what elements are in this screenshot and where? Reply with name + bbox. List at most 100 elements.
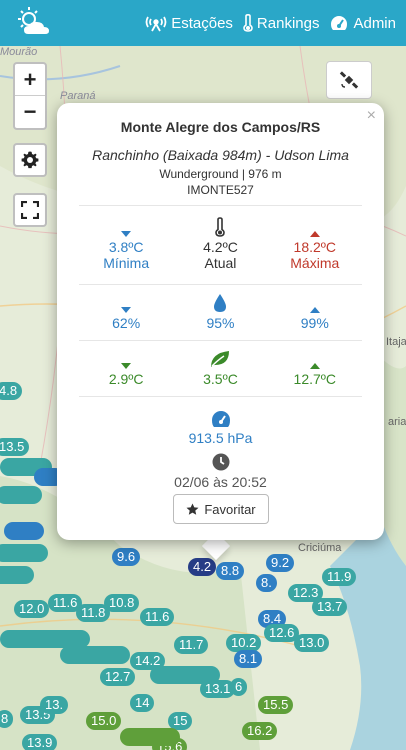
station-marker[interactable]: 15.0 xyxy=(86,712,122,730)
station-marker[interactable] xyxy=(0,566,34,584)
fullscreen-icon xyxy=(21,201,39,219)
pressure-value: 913.5 hPa xyxy=(188,430,253,446)
satellite-icon xyxy=(339,71,359,89)
station-marker[interactable]: 12.0 xyxy=(14,600,50,618)
popup-title: Monte Alegre dos Campos/RS xyxy=(120,119,321,135)
dewpoint-min: 2.9ºC xyxy=(79,349,173,387)
station-code: IMONTE527 xyxy=(187,183,254,197)
nav-admin-label: Admin xyxy=(353,14,396,32)
temp-current-value: 4.2ºC xyxy=(203,239,238,255)
station-marker[interactable]: 11.6 xyxy=(140,608,175,626)
station-source: Wunderground | 976 m xyxy=(159,167,282,181)
station-marker[interactable]: 10.8 xyxy=(104,594,140,612)
temp-current: 4.2ºC Atual xyxy=(173,217,267,271)
top-navbar: Estações Rankings Admin xyxy=(0,0,406,46)
humidity-row: 62% 95% 99% xyxy=(79,293,362,331)
zoom-in-button[interactable]: + xyxy=(15,64,45,96)
humidity-min: 62% xyxy=(79,293,173,331)
station-marker[interactable] xyxy=(0,486,42,504)
station-marker[interactable]: 4.2 xyxy=(188,558,217,576)
station-marker[interactable]: 12.7 xyxy=(100,668,136,686)
map-label-parana: Paraná xyxy=(60,90,96,102)
station-marker[interactable] xyxy=(60,646,130,664)
humidity-min-value: 62% xyxy=(112,315,141,331)
station-marker[interactable]: 9.6 xyxy=(112,548,141,566)
dewpoint-max-value: 12.7ºC xyxy=(293,371,337,387)
station-marker[interactable]: 13.9 xyxy=(22,734,58,750)
map-label-criciuma: Criciúma xyxy=(298,542,342,554)
nav-rankings-label: Rankings xyxy=(256,14,320,32)
station-marker[interactable]: 8.1 xyxy=(234,650,263,668)
nav-admin[interactable]: Admin xyxy=(329,14,396,32)
caret-down-icon xyxy=(121,307,132,313)
timestamp-value: 02/06 às 20:52 xyxy=(174,474,267,490)
satellite-layer-button[interactable] xyxy=(326,61,372,99)
temp-max: 18.2ºC Máxima xyxy=(268,217,362,271)
temp-min-label: Mínima xyxy=(103,255,150,271)
favorite-button[interactable]: Favoritar xyxy=(173,494,269,524)
station-marker[interactable]: 14 xyxy=(130,694,155,712)
clock-icon xyxy=(212,453,229,471)
thermometer-icon xyxy=(243,14,253,32)
station-marker[interactable] xyxy=(150,666,220,684)
station-marker[interactable]: 4.8 xyxy=(0,382,23,400)
thermometer-icon xyxy=(215,217,226,237)
station-marker[interactable] xyxy=(0,544,48,562)
star-icon xyxy=(186,503,199,515)
station-marker[interactable]: 11.9 xyxy=(322,568,357,586)
station-marker[interactable]: 8.8 xyxy=(216,562,245,580)
temp-min: 3.8ºC Mínima xyxy=(79,217,173,271)
station-marker[interactable]: 13.0 xyxy=(294,634,330,652)
divider xyxy=(79,340,362,341)
humidity-current: 95% xyxy=(173,293,267,331)
timestamp-block: 02/06 às 20:52 xyxy=(57,453,384,490)
dewpoint-current: 3.5ºC xyxy=(173,349,267,387)
dewpoint-row: 2.9ºC 3.5ºC 12.7ºC xyxy=(79,349,362,387)
pressure-block: 913.5 hPa xyxy=(57,407,384,446)
dewpoint-min-value: 2.9ºC xyxy=(108,371,144,387)
divider xyxy=(79,205,362,206)
humidity-current-value: 95% xyxy=(206,315,235,331)
dewpoint-max: 12.7ºC xyxy=(268,349,362,387)
settings-button[interactable] xyxy=(13,143,47,177)
station-marker[interactable]: 13. xyxy=(40,696,69,714)
station-marker[interactable]: 11.7 xyxy=(174,636,209,654)
humidity-max: 99% xyxy=(268,293,362,331)
divider xyxy=(79,396,362,397)
station-marker[interactable] xyxy=(120,728,180,746)
temperature-row: 3.8ºC Mínima 4.2ºC Atual 18.2ºC Máxima xyxy=(79,217,362,271)
station-popup: × Monte Alegre dos Campos/RS Ranchinho (… xyxy=(57,103,384,540)
droplet-icon xyxy=(214,294,227,312)
nav-rankings[interactable]: Rankings xyxy=(243,14,320,32)
favorite-button-label: Favoritar xyxy=(204,501,256,517)
caret-down-icon xyxy=(121,231,132,237)
caret-up-icon xyxy=(309,363,320,369)
zoom-out-button[interactable]: − xyxy=(15,96,45,128)
station-marker[interactable]: 13.5 xyxy=(0,438,30,456)
divider xyxy=(79,284,362,285)
leaf-icon xyxy=(211,351,230,367)
humidity-max-value: 99% xyxy=(300,315,329,331)
station-marker[interactable]: 13.7 xyxy=(312,598,348,616)
antenna-icon xyxy=(145,16,167,32)
nav-estacoes[interactable]: Estações xyxy=(145,14,233,32)
station-marker[interactable]: 15.5 xyxy=(258,696,294,714)
station-marker[interactable]: 9.2 xyxy=(266,554,295,572)
station-marker[interactable] xyxy=(4,522,44,540)
temp-max-value: 18.2ºC xyxy=(293,239,337,255)
zoom-control: + − xyxy=(13,62,47,130)
map-label-itaja: Itaja xyxy=(386,336,406,348)
nav-estacoes-label: Estações xyxy=(171,14,233,32)
fullscreen-button[interactable] xyxy=(13,193,47,227)
caret-down-icon xyxy=(121,363,132,369)
station-marker[interactable]: 16.2 xyxy=(242,722,278,740)
gauge-icon xyxy=(331,16,348,30)
station-marker[interactable]: 6 xyxy=(230,678,248,696)
temp-current-label: Atual xyxy=(204,255,237,271)
station-marker[interactable]: 8. xyxy=(256,574,277,592)
map-label-aria: aria xyxy=(388,416,406,428)
caret-up-icon xyxy=(309,307,320,313)
gear-icon xyxy=(21,151,39,169)
sun-cloud-logo-icon[interactable] xyxy=(14,4,54,40)
map-label-mourao: Mourão xyxy=(0,46,38,58)
